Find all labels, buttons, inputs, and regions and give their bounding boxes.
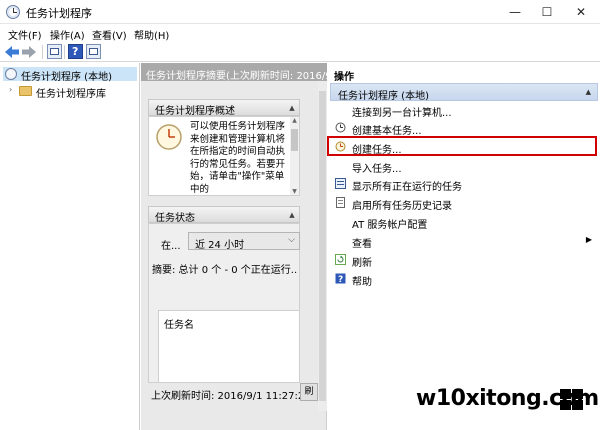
show-hide-action-pane-button[interactable]	[86, 44, 101, 59]
menu-help[interactable]: 帮助(H)	[134, 27, 169, 42]
clock-icon	[6, 5, 20, 19]
help-question-icon: ?	[335, 273, 346, 284]
actions-header: 操作	[328, 63, 600, 83]
collapse-up-icon[interactable]: ▲	[287, 210, 297, 220]
clock-icon	[156, 124, 182, 150]
period-value: 近 24 小时	[195, 240, 245, 251]
status-section-header[interactable]: 任务状态	[148, 206, 300, 224]
windows-logo-icon	[560, 389, 584, 411]
back-arrow-icon[interactable]	[4, 45, 20, 59]
menu-action[interactable]: 操作(A)	[50, 27, 85, 42]
toolbar-separator	[64, 45, 65, 59]
maximize-button[interactable]: ☐	[530, 0, 564, 24]
tree-item-library[interactable]: 任务计划程序库	[36, 85, 106, 100]
minimize-button[interactable]: —	[498, 0, 532, 24]
window-title: 任务计划程序	[26, 7, 92, 20]
highlight-box	[327, 136, 597, 156]
clock-wizard-icon	[335, 122, 346, 133]
folder-icon	[19, 86, 32, 96]
action-help[interactable]: ? 帮助	[330, 270, 598, 288]
action-show-running[interactable]: 显示所有正在运行的任务	[330, 175, 598, 193]
refresh-button[interactable]: 刷	[300, 383, 318, 401]
menu-view[interactable]: 查看(V)	[92, 27, 127, 42]
expand-chevron-icon[interactable]: ›	[9, 85, 12, 94]
running-tasks-icon	[335, 178, 346, 189]
refresh-icon	[335, 254, 346, 265]
show-hide-tree-button[interactable]	[47, 44, 62, 59]
period-label: 在...	[161, 241, 181, 252]
close-button[interactable]: ✕	[564, 0, 598, 24]
action-enable-history[interactable]: 启用所有任务历史记录	[330, 194, 598, 212]
action-create-basic-task[interactable]: 创建基本任务...	[330, 119, 598, 137]
collapse-up-icon: ▲	[585, 88, 591, 96]
menu-file[interactable]: 文件(F)	[8, 27, 42, 42]
console-tree	[0, 63, 140, 430]
overview-text: 可以使用任务计划程序来创建和管理计算机将在所指定的时间自动执行的常见任务。若要开…	[190, 121, 286, 193]
toolbar-separator	[42, 45, 43, 59]
menu-bar	[0, 24, 600, 42]
tree-item-root[interactable]: 任务计划程序 (本地)	[21, 68, 112, 83]
action-connect[interactable]: 连接到另一台计算机...	[330, 101, 598, 119]
summary-text: 摘要: 总计 0 个 - 0 个正在运行...	[152, 265, 298, 276]
forward-arrow-icon[interactable]	[21, 45, 37, 59]
help-question-icon[interactable]: ?	[68, 44, 83, 59]
overview-scrollbar[interactable]: ▲ ▼	[290, 117, 299, 195]
overview-section-header[interactable]: 任务计划程序概述	[148, 99, 300, 117]
action-import-task[interactable]: 导入任务...	[330, 157, 598, 175]
chevron-down-icon: ⌵	[288, 235, 295, 245]
action-refresh[interactable]: 刷新	[330, 251, 598, 269]
last-refresh-text: 上次刷新时间: 2016/9/1 11:27:26	[151, 391, 311, 402]
actions-group-header[interactable]: 任务计划程序 (本地) ▲	[330, 83, 598, 102]
history-icon	[336, 197, 345, 208]
summary-header: 任务计划程序摘要(上次刷新时间: 2016/9/1	[141, 63, 327, 81]
period-select[interactable]: 近 24 小时 ⌵	[188, 232, 300, 251]
clock-icon	[5, 68, 17, 80]
action-view[interactable]: 查看 ▶	[330, 232, 598, 250]
summary-scrollbar[interactable]	[318, 81, 327, 411]
svg-text:?: ?	[338, 275, 343, 284]
collapse-up-icon[interactable]: ▲	[287, 103, 297, 113]
action-at-service-config[interactable]: AT 服务帐户配置	[330, 213, 598, 231]
task-name-column-header[interactable]: 任务名	[164, 316, 194, 331]
chevron-right-icon: ▶	[585, 235, 592, 244]
